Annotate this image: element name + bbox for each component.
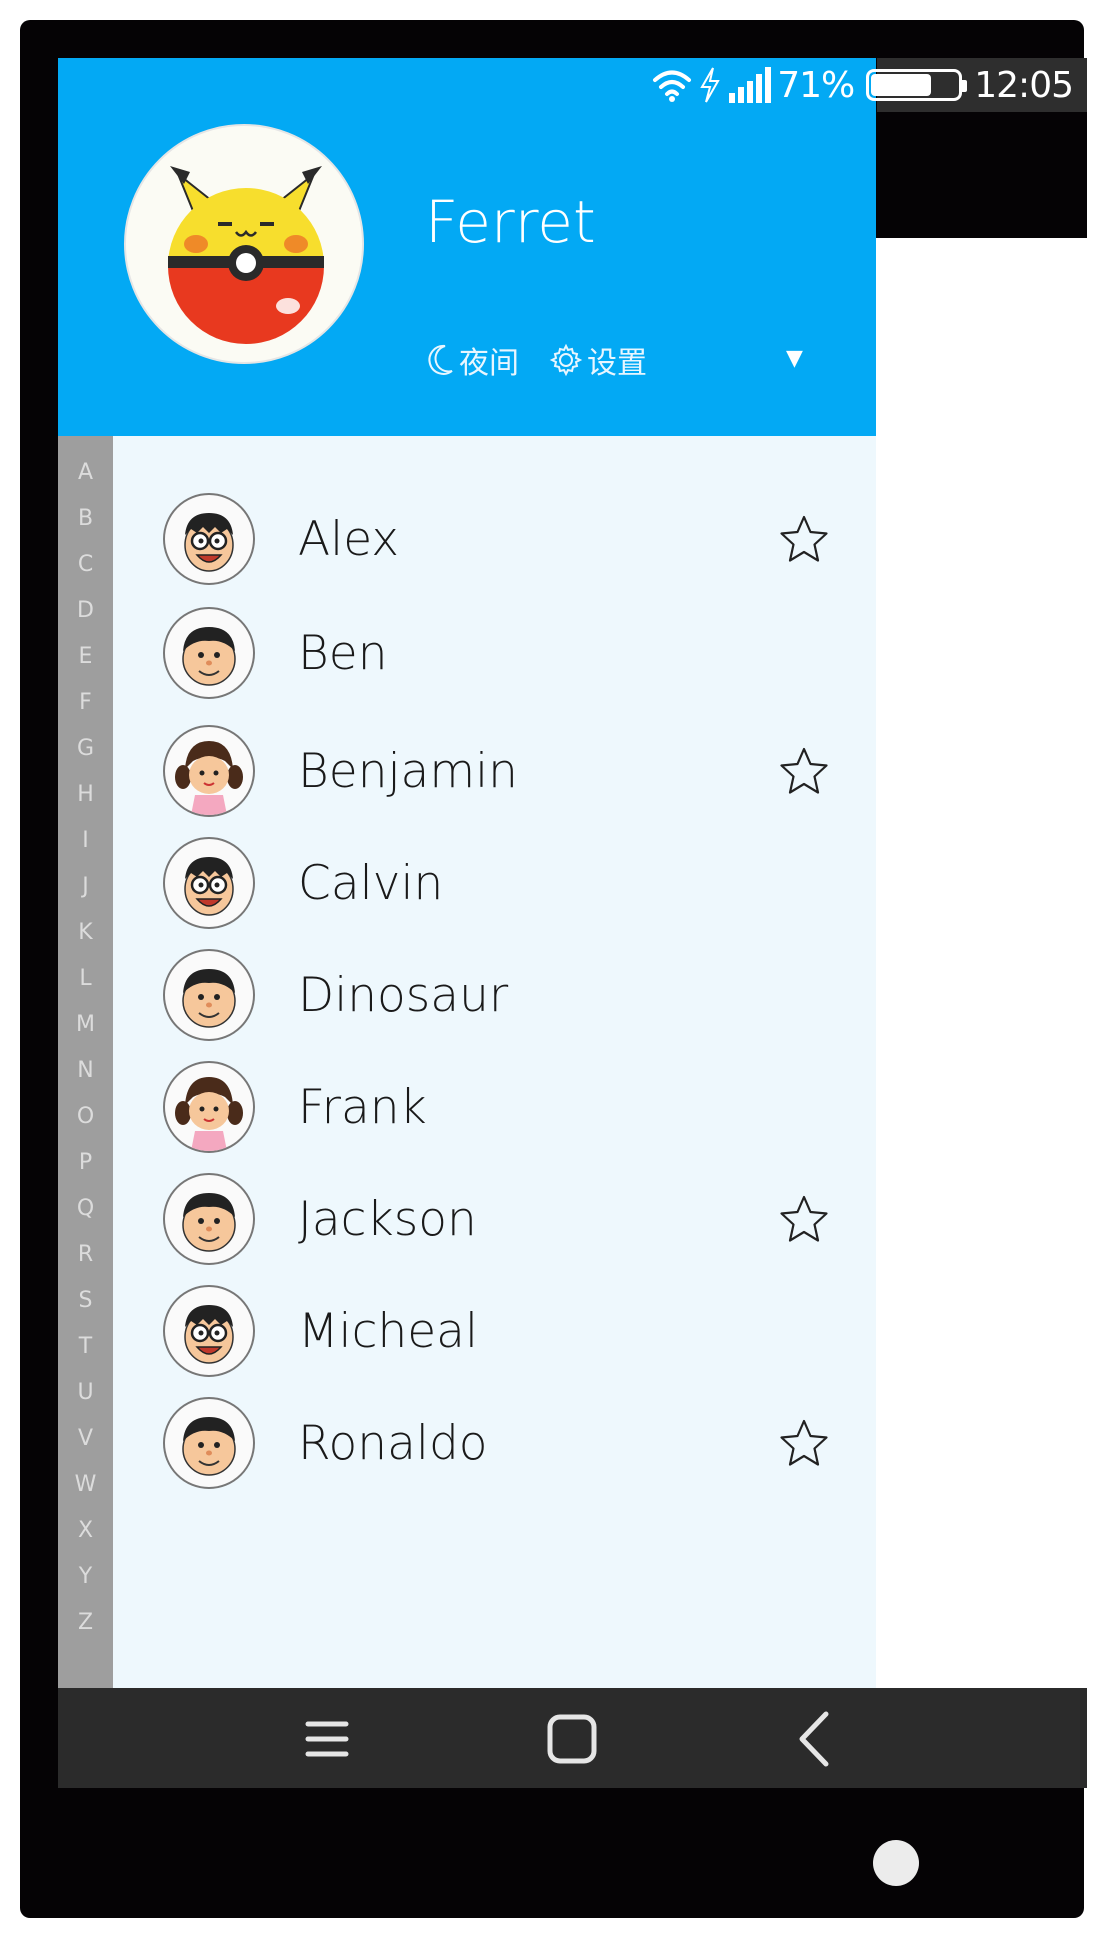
contact-row[interactable]: Jackson	[113, 1154, 876, 1284]
battery-percentage: 71%	[777, 64, 855, 106]
status-bar: 71% 12:05	[58, 58, 1087, 112]
contact-name: Jackson	[298, 1191, 477, 1247]
navigation-drawer: Ferret 夜间 设置 ▼ A B C D E F G H I J K L M…	[58, 58, 876, 1688]
star-outline-icon[interactable]	[778, 513, 830, 565]
contact-row[interactable]: Alex	[113, 474, 876, 604]
contact-name: Ronaldo	[298, 1415, 488, 1471]
contact-row[interactable]: Calvin	[113, 818, 876, 948]
hardware-home-button[interactable]	[873, 1840, 919, 1886]
star-outline-icon[interactable]	[778, 1417, 830, 1469]
contact-avatar	[163, 607, 255, 699]
index-letter[interactable]: M	[58, 1002, 113, 1048]
index-letter[interactable]: H	[58, 772, 113, 818]
contact-name: Calvin	[298, 855, 444, 911]
contact-name: Micheal	[298, 1303, 479, 1359]
index-letter[interactable]: L	[58, 956, 113, 1002]
contact-row[interactable]: Ronaldo	[113, 1378, 876, 1508]
wifi-icon	[653, 70, 692, 102]
settings-label: 设置	[587, 346, 647, 381]
clock: 12:05	[974, 64, 1074, 106]
profile-name: Ferret	[425, 188, 596, 256]
contact-name: Benjamin	[298, 743, 518, 799]
index-letter[interactable]: T	[58, 1324, 113, 1370]
charging-icon	[700, 67, 720, 103]
contact-avatar	[163, 837, 255, 929]
contact-name: Dinosaur	[298, 967, 509, 1023]
index-letter[interactable]: O	[58, 1094, 113, 1140]
index-letter[interactable]: G	[58, 726, 113, 772]
contact-row[interactable]: Frank	[113, 1042, 876, 1172]
night-mode-button[interactable]: 夜间	[425, 338, 519, 382]
contact-row[interactable]: Micheal	[113, 1266, 876, 1396]
index-letter[interactable]: J	[58, 864, 113, 910]
index-letter[interactable]: N	[58, 1048, 113, 1094]
night-mode-label: 夜间	[459, 346, 519, 381]
contact-name: Alex	[298, 511, 400, 567]
contact-avatar	[163, 1061, 255, 1153]
navigation-bar	[58, 1688, 1087, 1788]
index-letter[interactable]: K	[58, 910, 113, 956]
contact-avatar	[163, 493, 255, 585]
index-letter[interactable]: B	[58, 496, 113, 542]
settings-button[interactable]: 设置	[549, 338, 647, 382]
drawer-header: Ferret 夜间 设置 ▼	[58, 58, 876, 436]
caret-down-icon[interactable]: ▼	[786, 346, 803, 371]
index-letter[interactable]: Q	[58, 1186, 113, 1232]
signal-icon	[729, 67, 772, 103]
contact-row[interactable]: Dinosaur	[113, 930, 876, 1060]
contact-name: Ben	[298, 625, 388, 681]
home-square-icon[interactable]	[543, 1710, 601, 1768]
moon-icon	[428, 344, 453, 375]
index-letter[interactable]: U	[58, 1370, 113, 1416]
index-letter[interactable]: X	[58, 1508, 113, 1554]
index-letter[interactable]: V	[58, 1416, 113, 1462]
alphabet-index[interactable]: ABCDEFGHIJKLMNOPQRSTUVWXYZ	[58, 436, 113, 1688]
menu-icon[interactable]	[298, 1710, 356, 1768]
star-outline-icon[interactable]	[778, 1193, 830, 1245]
contact-name: Frank	[298, 1079, 427, 1135]
contact-row[interactable]: Ben	[113, 588, 876, 718]
phone-frame: Ferret 夜间 设置 ▼ A B C D E F G H I J K L M…	[20, 20, 1087, 1918]
index-letter[interactable]: S	[58, 1278, 113, 1324]
contact-avatar	[163, 1173, 255, 1265]
contact-avatar	[163, 1285, 255, 1377]
contact-row[interactable]: Benjamin	[113, 706, 876, 836]
screen: Ferret 夜间 设置 ▼ A B C D E F G H I J K L M…	[58, 58, 1087, 1788]
battery-icon	[866, 69, 968, 101]
index-letter[interactable]: R	[58, 1232, 113, 1278]
index-letter[interactable]: C	[58, 542, 113, 588]
index-letter[interactable]: Y	[58, 1554, 113, 1600]
profile-avatar[interactable]	[124, 124, 364, 364]
contact-avatar	[163, 725, 255, 817]
contact-list[interactable]: Alex Ben Benjamin Calvin Dinosaur Frank Jackso…	[113, 436, 876, 1688]
index-letter[interactable]: E	[58, 634, 113, 680]
index-letter[interactable]: I	[58, 818, 113, 864]
index-letter[interactable]: D	[58, 588, 113, 634]
index-letter[interactable]: Z	[58, 1600, 113, 1646]
gear-icon	[549, 343, 583, 377]
index-letter[interactable]: A	[58, 450, 113, 496]
contact-avatar	[163, 1397, 255, 1489]
back-chevron-icon[interactable]	[786, 1710, 844, 1768]
index-letter[interactable]: P	[58, 1140, 113, 1186]
index-letter[interactable]: F	[58, 680, 113, 726]
contact-avatar	[163, 949, 255, 1041]
star-outline-icon[interactable]	[778, 745, 830, 797]
index-letter[interactable]: W	[58, 1462, 113, 1508]
